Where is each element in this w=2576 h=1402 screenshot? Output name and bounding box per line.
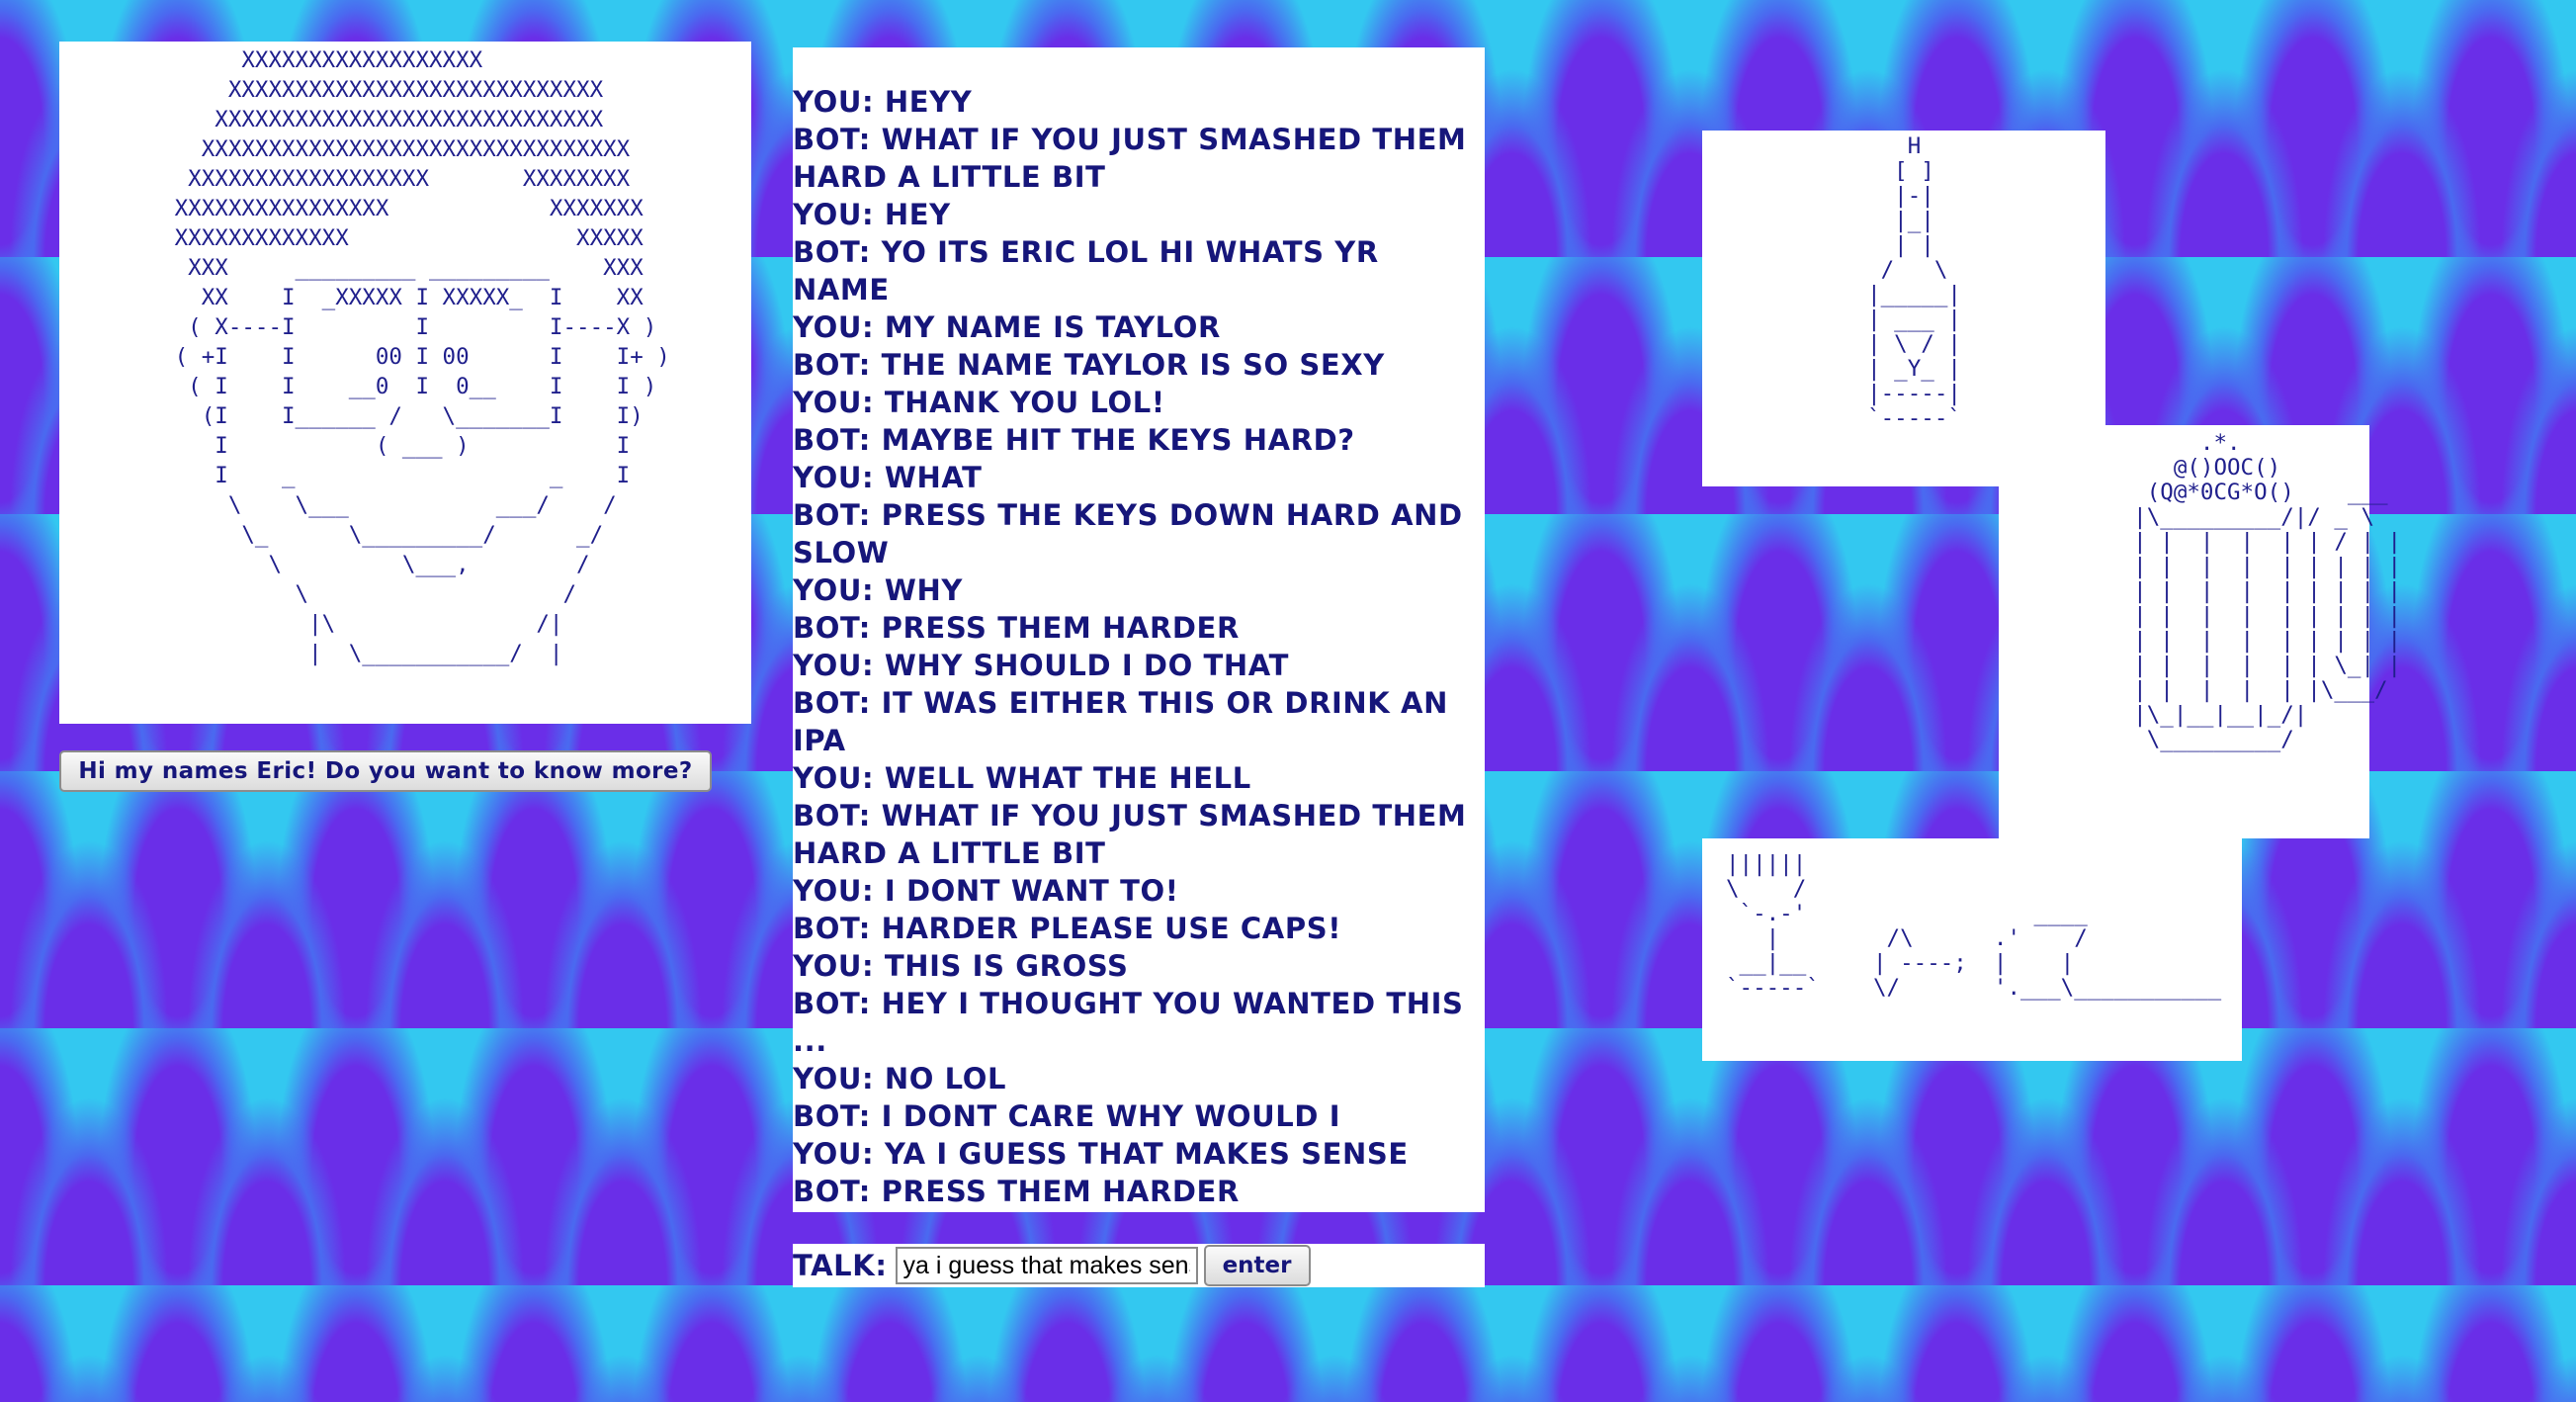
chat-message: YOU: WHY SHOULD I DO THAT	[793, 649, 1289, 682]
chat-log: YOU: HEYY BOT: WHAT IF YOU JUST SMASHED T…	[793, 47, 1485, 1212]
glasses-art-panel: |||||| \ / `-.-' ____ | /\ .' / __|__ | …	[1702, 838, 2242, 1061]
chat-message: BOT: PRESS THE KEYS DOWN HARD AND SLOW	[793, 498, 1463, 570]
chat-message: YOU: WHY	[793, 573, 963, 607]
chat-message: BOT: MAYBE HIT THE KEYS HARD?	[793, 423, 1355, 457]
eric-face-panel: XXXXXXXXXXXXXXXXXX XXXXXXXXXXXXXXXXXXXXX…	[59, 42, 751, 724]
beer-mug-art-panel: .*. @()OOC() (Q@*0CG*O() ___ |\_________…	[1999, 425, 2402, 838]
chat-message: BOT: PRESS THEM HARDER	[793, 1175, 1240, 1208]
talk-input[interactable]	[895, 1247, 1198, 1284]
chat-message: YOU: HEYY	[793, 85, 973, 119]
chat-message: YOU: NO LOL	[793, 1062, 1007, 1095]
glasses-ascii-art: |||||| \ / `-.-' ____ | /\ .' / __|__ | …	[1726, 851, 2222, 1001]
chat-message: YOU: WHAT	[793, 461, 983, 494]
chat-message: BOT: PRESS THEM HARDER	[793, 611, 1240, 645]
chat-message: BOT: I DONT CARE WHY WOULD I	[793, 1099, 1341, 1133]
intro-button[interactable]: Hi my names Eric! Do you want to know mo…	[59, 750, 712, 792]
chat-message: YOU: WELL WHAT THE HELL	[793, 761, 1251, 795]
chat-message: BOT: IT WAS EITHER THIS OR DRINK AN IPA	[793, 686, 1448, 757]
beer-mug-ascii-art: .*. @()OOC() (Q@*0CG*O() ___ |\_________…	[2133, 430, 2402, 752]
chat-message: YOU: THIS IS GROSS	[793, 949, 1129, 983]
talk-bar: TALK: enter	[793, 1244, 1485, 1287]
bottle-ascii-art: H [ ] |-| |_| | | / \ |_____| | ___ | | …	[1867, 133, 1961, 431]
enter-button[interactable]: enter	[1203, 1245, 1311, 1286]
eric-face-ascii-art: XXXXXXXXXXXXXXXXXX XXXXXXXXXXXXXXXXXXXXX…	[174, 47, 670, 666]
chat-message: YOU: YA I GUESS THAT MAKES SENSE	[793, 1137, 1409, 1171]
chat-message: BOT: WHAT IF YOU JUST SMASHED THEM HARD …	[793, 123, 1467, 194]
chat-message: BOT: THE NAME TAYLOR IS SO SEXY	[793, 348, 1385, 382]
chat-message: YOU: I DONT WANT TO!	[793, 874, 1179, 908]
chat-message: YOU: HEY	[793, 198, 951, 231]
chat-message: YOU: THANK YOU LOL!	[793, 386, 1165, 419]
chat-message: BOT: HARDER PLEASE USE CAPS!	[793, 912, 1342, 945]
chat-message: BOT: YO ITS ERIC LOL HI WHATS YR NAME	[793, 235, 1379, 307]
chat-message: BOT: HEY I THOUGHT YOU WANTED THIS ...	[793, 987, 1464, 1058]
talk-label: TALK:	[793, 1249, 888, 1282]
chat-message: YOU: MY NAME IS TAYLOR	[793, 310, 1221, 344]
chat-message: BOT: WHAT IF YOU JUST SMASHED THEM HARD …	[793, 799, 1467, 870]
